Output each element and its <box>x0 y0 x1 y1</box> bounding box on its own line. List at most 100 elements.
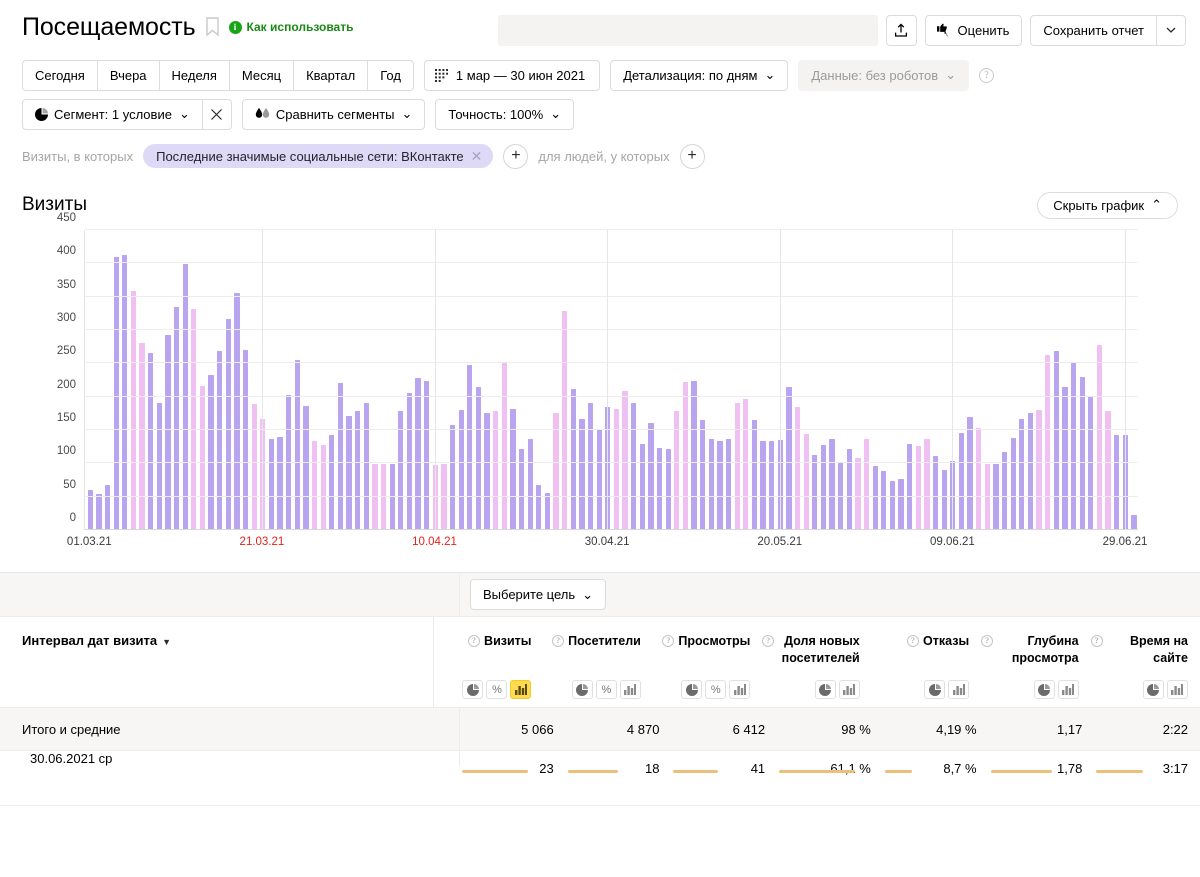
chart-bar[interactable] <box>475 387 482 530</box>
view-toggle-pie[interactable] <box>681 680 703 699</box>
help-icon[interactable]: ? <box>762 635 775 647</box>
chart-bar-slot[interactable] <box>284 230 293 530</box>
metric-header[interactable]: ? Отказы <box>872 617 981 707</box>
chart-bar[interactable] <box>1079 376 1085 530</box>
chart-bar[interactable] <box>415 378 421 530</box>
chart-bar[interactable] <box>156 402 162 530</box>
chart-bar[interactable] <box>441 464 447 530</box>
data-select[interactable]: Данные: без роботов ⌄ <box>798 59 970 91</box>
chart-bar[interactable] <box>915 446 921 530</box>
chart-bar-slot[interactable] <box>276 230 285 530</box>
view-toggle-pie[interactable] <box>1142 680 1164 699</box>
chart-bar-slot[interactable] <box>552 230 561 530</box>
chart-bar-slot[interactable] <box>207 230 216 530</box>
chart-bar-slot[interactable] <box>1061 230 1070 530</box>
search-input[interactable] <box>497 15 878 46</box>
chart-bar-slot[interactable] <box>509 230 518 530</box>
chart-bar[interactable] <box>708 439 714 530</box>
chart-bar-slot[interactable] <box>1009 230 1018 530</box>
condition-chip[interactable]: Последние значимые социальные сети: ВКон… <box>143 144 494 168</box>
metric-header[interactable]: ? Время на сайте <box>1090 617 1200 707</box>
chart-bar[interactable] <box>613 409 620 530</box>
chart-bar[interactable] <box>113 257 119 530</box>
chart-bar[interactable] <box>1088 397 1094 530</box>
chart-bar-slot[interactable] <box>1078 230 1087 530</box>
chart-bar[interactable] <box>958 432 965 530</box>
chart-bar-slot[interactable] <box>422 230 431 530</box>
chart-bar[interactable] <box>898 478 904 530</box>
table-row[interactable]: 30.06.2021 ср 23 18 41 61,1 % 8,7 % 1,78 3:17 <box>0 751 1200 805</box>
chart-bar[interactable] <box>570 388 576 530</box>
chart-bar-slot[interactable] <box>673 230 682 530</box>
chart-bar[interactable] <box>1027 412 1034 530</box>
chart-bar-slot[interactable] <box>483 230 492 530</box>
chart-bar[interactable] <box>725 439 732 530</box>
help-icon[interactable]: ? <box>981 635 994 647</box>
chart-bar-slot[interactable] <box>595 230 604 530</box>
chart-bar[interactable] <box>449 425 456 530</box>
chart-bar[interactable] <box>941 470 947 530</box>
view-toggle-bars[interactable] <box>619 680 641 699</box>
chart-bar[interactable] <box>380 464 387 530</box>
view-toggle-bars[interactable] <box>948 680 970 699</box>
chart-bar-slot[interactable] <box>500 230 509 530</box>
chart-bar-slot[interactable] <box>474 230 483 530</box>
chart-bar[interactable] <box>1096 345 1103 530</box>
chart-bar-slot[interactable] <box>457 230 466 530</box>
chart-bar[interactable] <box>148 353 154 530</box>
chart-bar[interactable] <box>1070 363 1077 530</box>
chart-bar-slot[interactable] <box>957 230 966 530</box>
period-yesterday[interactable]: Вчера <box>97 59 160 91</box>
view-toggle-pie[interactable] <box>571 680 593 699</box>
chart-bar[interactable] <box>536 484 542 530</box>
period-month[interactable]: Месяц <box>229 59 295 91</box>
chart-bar[interactable] <box>682 382 689 530</box>
chart-bar-slot[interactable] <box>1043 230 1052 530</box>
dimension-header[interactable]: Интервал дат визита ▼ <box>0 617 435 707</box>
chart-bar-slot[interactable] <box>888 230 897 530</box>
chart-bar[interactable] <box>907 444 913 530</box>
chart-bar[interactable] <box>691 380 697 530</box>
chart-bar-slot[interactable] <box>1112 230 1121 530</box>
metric-header[interactable]: ? Посетители% <box>543 617 652 707</box>
chart-bar-slot[interactable] <box>974 230 983 530</box>
chart-bar-slot[interactable] <box>785 230 794 530</box>
chart-bar[interactable] <box>579 419 585 530</box>
chart-bar[interactable] <box>820 445 827 530</box>
chart-bar-slot[interactable] <box>250 230 259 530</box>
chart-bar-slot[interactable] <box>767 230 776 530</box>
chart-bar-slot[interactable] <box>172 230 181 530</box>
chart-bar-slot[interactable] <box>1018 230 1027 530</box>
chart-bar[interactable] <box>1019 418 1025 530</box>
chart-bar[interactable] <box>268 439 275 530</box>
chart-bar[interactable] <box>165 334 171 530</box>
chart-bar[interactable] <box>976 428 982 530</box>
chart-bar[interactable] <box>769 440 775 530</box>
view-toggle-bars[interactable] <box>1057 680 1079 699</box>
chart-bar-slot[interactable] <box>586 230 595 530</box>
chart-bar[interactable] <box>372 464 378 530</box>
chart-bar[interactable] <box>484 413 490 530</box>
export-button[interactable] <box>885 15 917 46</box>
help-icon[interactable]: ? <box>1090 635 1103 647</box>
help-icon[interactable]: ? <box>552 635 565 647</box>
chart-bar-slot[interactable] <box>836 230 845 530</box>
segment-clear-button[interactable] <box>202 98 232 130</box>
chart-bar-slot[interactable] <box>388 230 397 530</box>
period-today[interactable]: Сегодня <box>22 59 98 91</box>
help-icon[interactable]: ? <box>468 635 481 647</box>
date-range-button[interactable]: 1 мар — 30 июн 2021 <box>423 59 601 91</box>
chart-bar[interactable] <box>191 309 197 530</box>
chart-bar-slot[interactable] <box>362 230 371 530</box>
chart-bar[interactable] <box>881 471 887 530</box>
chart-bar-slot[interactable] <box>112 230 121 530</box>
chart-bar-slot[interactable] <box>129 230 138 530</box>
chart-bar-slot[interactable] <box>371 230 380 530</box>
chart-bar[interactable] <box>838 463 844 530</box>
metric-header[interactable]: ? Просмотры% <box>653 617 762 707</box>
chart-bar-slot[interactable] <box>1000 230 1009 530</box>
chart-bar-slot[interactable] <box>828 230 837 530</box>
chart-bar-slot[interactable] <box>414 230 423 530</box>
chart-bar-slot[interactable] <box>466 230 475 530</box>
chart-bar-slot[interactable] <box>880 230 889 530</box>
